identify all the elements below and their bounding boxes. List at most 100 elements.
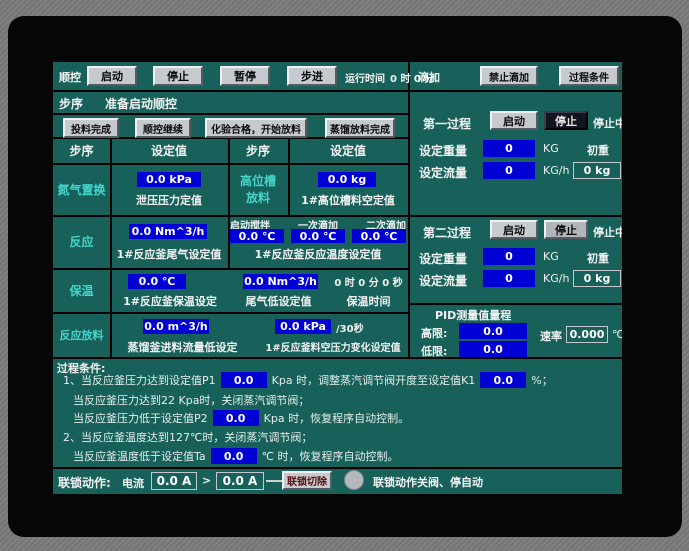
pid-rate-label: 速率 [540, 330, 562, 343]
runtime-label: 运行时间 [345, 74, 385, 85]
seq-control-label: 顺控 [59, 71, 81, 84]
discharge-flow-field[interactable]: 0.0 m^3/h [143, 319, 209, 334]
condition-4-text: 2、当反应釜温度达到127℃时，关闭蒸汽调节阀； [63, 431, 313, 444]
tank-label-line2: 放料 [245, 191, 270, 205]
process2-init-value: 0 kg [573, 270, 621, 287]
process1-stop-button[interactable]: 停止 [544, 111, 588, 130]
process2-title: 第二过程 [423, 226, 472, 240]
condition-3-text: 当反应釜压力低于设定值P2 [73, 412, 208, 425]
process1-title: 第一过程 [423, 117, 472, 131]
test-pass-button[interactable]: 化验合格，开始放料 [205, 118, 307, 138]
seq-stop-button[interactable]: 停止 [153, 66, 203, 86]
process2-flow-unit: KG/h [543, 272, 570, 285]
process1-status: 停止中 [593, 117, 622, 130]
condition-5-text: 当反应釜温度低于设定值Ta [73, 450, 206, 463]
discharge-pressure-caption: 1#反应釜料空压力变化设定值 [265, 343, 401, 354]
holding-time-value: 0 时 0 分 0 秒 [334, 278, 403, 289]
stir-temp-field[interactable]: 0.0 ℃ [230, 229, 284, 243]
divider-conditions [53, 357, 622, 359]
divider-step [53, 113, 408, 115]
table-header-step2: 步序 [245, 143, 270, 158]
process1-flow-field[interactable]: 0 [483, 162, 535, 179]
pid-title: PID测量值量程 [435, 309, 512, 322]
table-header-step1: 步序 [69, 143, 94, 158]
p1-setpoint-field[interactable]: 0.0 [220, 372, 267, 388]
step-label: 步序 [59, 97, 84, 111]
discharge-pressure-field[interactable]: 0.0 kPa [275, 319, 331, 334]
process2-weight-field[interactable]: 0 [483, 248, 535, 265]
pid-divider [408, 303, 622, 305]
divider-interlock [53, 467, 622, 469]
process2-stop-button[interactable]: 停止 [544, 220, 588, 239]
interlock-lamp-indicator [344, 470, 364, 490]
interlock-caption: 联锁动作关阀、停自动 [373, 476, 483, 489]
condition-line-5: 当反应釜温度低于设定值Ta 0.0 ℃ 时，恢复程序自动控制。 [73, 448, 399, 464]
current-label: 电流 [122, 477, 144, 490]
row-label-holding: 保温 [69, 283, 94, 298]
process2-weight-label: 设定重量 [419, 252, 468, 266]
seq-pause-button[interactable]: 暂停 [220, 66, 270, 86]
ta-setpoint-field[interactable]: 0.0 [210, 448, 257, 464]
monitor-bezel: 顺控 启动 停止 暂停 步进 运行时间 0 时 0 分 滴加 禁止滴加 过程条件… [8, 16, 682, 537]
pid-rate-unit: ℃/m [612, 328, 622, 341]
first-drip-temp-field[interactable]: 0.0 ℃ [291, 229, 345, 243]
condition-1-text2: Kpa 时，调整蒸汽调节阀开度至设定值K1 [271, 374, 476, 387]
condition-line-3: 当反应釜压力低于设定值P2 0.0 Kpa 时，恢复程序自动控制。 [73, 410, 409, 426]
discharge-pressure-suffix: /30秒 [336, 324, 364, 335]
pid-low-label: 低限: [421, 345, 448, 358]
row-label-reaction: 反应 [69, 235, 94, 249]
pid-rate-value: 0.000 [566, 326, 608, 343]
reaction-tailgas-field[interactable]: 0.0 Nm^3/h [129, 224, 207, 239]
holding-temp-field[interactable]: 0.0 ℃ [128, 274, 186, 289]
process1-flow-unit: KG/h [543, 164, 570, 177]
table-header-value2: 设定值 [329, 143, 366, 158]
process1-init-value: 0 kg [573, 162, 621, 179]
current-value-1: 0.0 A [151, 472, 197, 490]
feed-done-button[interactable]: 投料完成 [63, 118, 119, 138]
process2-init-label: 初重 [587, 252, 609, 265]
pid-high-field[interactable]: 0.0 [459, 323, 527, 339]
tank-weight-field[interactable]: 0.0 kg [318, 172, 376, 187]
process-condition-button[interactable]: 过程条件 [559, 66, 619, 86]
greater-than-sign: > [202, 474, 212, 487]
process1-weight-field[interactable]: 0 [483, 140, 535, 157]
k1-setpoint-field[interactable]: 0.0 [480, 372, 527, 388]
holding-tailgas-field[interactable]: 0.0 Nm^3/h [243, 274, 318, 289]
reaction-temp-fields: 0.0 ℃ 0.0 ℃ 0.0 ℃ [230, 229, 406, 243]
divider-vertical [408, 62, 410, 359]
table-header-value1: 设定值 [150, 143, 187, 158]
condition-line-4: 2、当反应釜温度达到127℃时，关闭蒸汽调节阀； [63, 429, 312, 445]
seq-continue-button[interactable]: 顺控继续 [135, 118, 191, 138]
pid-high-label: 高限: [421, 327, 448, 340]
condition-line-1: 1、当反应釜压力达到设定值P1 0.0 Kpa 时，调整蒸汽调节阀开度至设定值K… [63, 372, 553, 388]
pid-low-field[interactable]: 0.0 [459, 341, 527, 357]
holding-temp-caption: 1#反应釜保温设定 [123, 295, 217, 308]
condition-line-2: 当反应釜压力达到22 Kpa时，关闭蒸汽调节阀； [73, 392, 309, 408]
process1-weight-unit: KG [543, 142, 559, 155]
interlock-cut-button[interactable]: 联锁切除 [282, 471, 332, 490]
nitrogen-pressure-field[interactable]: 0.0 kPa [137, 172, 201, 187]
second-drip-temp-field[interactable]: 0.0 ℃ [352, 229, 406, 243]
distill-done-button[interactable]: 蒸馏放料完成 [325, 118, 395, 138]
seq-start-button[interactable]: 启动 [87, 66, 137, 86]
p2-setpoint-field[interactable]: 0.0 [212, 410, 259, 426]
process2-start-button[interactable]: 启动 [490, 220, 538, 239]
process2-flow-field[interactable]: 0 [483, 270, 535, 287]
connector-line [266, 480, 282, 482]
discharge-flow-caption: 蒸馏釜进料流量低设定 [127, 341, 238, 354]
forbid-drip-button[interactable]: 禁止滴加 [480, 66, 538, 86]
process1-start-button[interactable]: 启动 [490, 111, 538, 130]
drip-label: 滴加 [418, 71, 440, 84]
interlock-label: 联锁动作: [58, 476, 111, 490]
process1-weight-label: 设定重量 [419, 144, 468, 158]
process2-weight-unit: KG [543, 250, 559, 263]
tank-caption: 1#高位槽料空定值 [301, 194, 395, 207]
holding-time-caption: 保温时间 [346, 295, 391, 308]
reaction-tailgas-caption: 1#反应釜尾气设定值 [116, 248, 222, 261]
process2-status: 停止中 [593, 226, 622, 239]
condition-1-text: 1、当反应釜压力达到设定值P1 [63, 374, 216, 387]
nitrogen-caption: 泄压压力定值 [136, 194, 202, 207]
row-label-tank: 高位槽 放料 [228, 163, 288, 215]
row-label-nitrogen: 氮气置换 [57, 182, 106, 197]
seq-step-button[interactable]: 步进 [287, 66, 337, 86]
